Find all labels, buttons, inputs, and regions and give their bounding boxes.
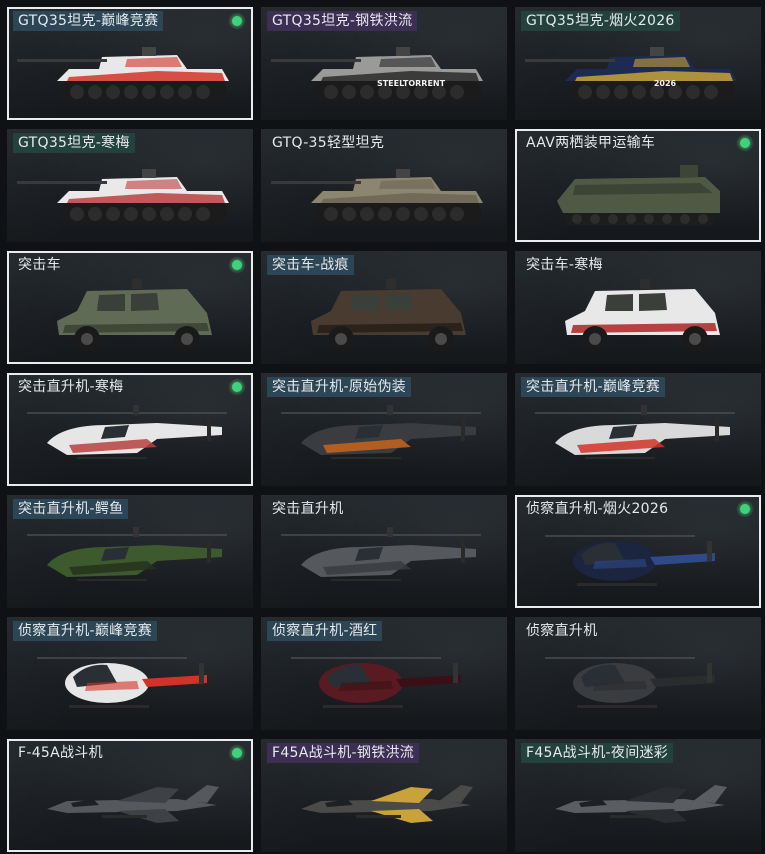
vehicle-car-icon: [7, 273, 253, 364]
vehicle-name-label: 侦察直升机-烟火2026: [526, 501, 669, 517]
vehicle-skin-card[interactable]: GTQ35坦克-钢铁洪流 STEELTORRENT: [261, 7, 507, 120]
svg-text:STEELTORRENT: STEELTORRENT: [377, 79, 446, 88]
owned-indicator-icon: [229, 13, 245, 29]
vehicle-name-label: 突击直升机-寒梅: [18, 379, 124, 395]
vehicle-name-label: 突击直升机-原始伪装: [267, 377, 412, 397]
svg-text:2026: 2026: [654, 79, 677, 88]
vehicle-skin-card[interactable]: 突击直升机: [261, 495, 507, 608]
vehicle-attack-heli-icon: [7, 395, 253, 486]
vehicle-tank-icon: [7, 151, 253, 242]
vehicle-tank-icon: STEELTORRENT: [261, 29, 507, 120]
vehicle-name-label: F45A战斗机-钢铁洪流: [267, 743, 420, 763]
vehicle-skin-card[interactable]: GTQ-35轻型坦克: [261, 129, 507, 242]
vehicle-jet-icon: [515, 761, 761, 852]
vehicle-skin-card[interactable]: GTQ35坦克-寒梅: [7, 129, 253, 242]
vehicle-name-label: 突击车: [18, 257, 61, 273]
vehicle-skin-card[interactable]: 侦察直升机: [515, 617, 761, 730]
vehicle-skin-card[interactable]: GTQ35坦克-巅峰竞赛: [7, 7, 253, 120]
vehicle-name-label: 突击直升机-鳄鱼: [13, 499, 129, 519]
owned-indicator-icon: [229, 379, 245, 395]
vehicle-attack-heli-icon: [261, 395, 507, 486]
vehicle-scout-heli-icon: [261, 639, 507, 730]
vehicle-tank-icon: [7, 29, 253, 120]
vehicle-skin-card[interactable]: 突击直升机-原始伪装: [261, 373, 507, 486]
vehicle-skin-card[interactable]: 侦察直升机-酒红: [261, 617, 507, 730]
vehicle-car-icon: [515, 273, 761, 364]
vehicle-attack-heli-icon: [261, 517, 507, 608]
vehicle-name-label: F-45A战斗机: [18, 745, 103, 761]
vehicle-skin-card[interactable]: F45A战斗机-钢铁洪流: [261, 739, 507, 852]
vehicle-skin-card[interactable]: AAV两栖装甲运输车: [515, 129, 761, 242]
vehicle-name-label: GTQ35坦克-钢铁洪流: [267, 11, 418, 31]
vehicle-skin-card[interactable]: 侦察直升机-烟火2026: [515, 495, 761, 608]
vehicle-scout-heli-icon: [515, 517, 761, 608]
vehicle-attack-heli-icon: [515, 395, 761, 486]
owned-indicator-icon: [229, 745, 245, 761]
vehicle-car-icon: [261, 273, 507, 364]
vehicle-name-label: 突击车-寒梅: [526, 257, 603, 273]
vehicle-skin-card[interactable]: 突击直升机-巅峰竞赛: [515, 373, 761, 486]
vehicle-name-label: GTQ35坦克-寒梅: [13, 133, 135, 153]
vehicle-skin-card[interactable]: 突击直升机-寒梅: [7, 373, 253, 486]
vehicle-name-label: 突击直升机: [272, 501, 344, 517]
vehicle-aav-icon: [515, 151, 761, 242]
vehicle-name-label: GTQ35坦克-烟火2026: [521, 11, 680, 31]
owned-indicator-icon: [737, 501, 753, 517]
vehicle-scout-heli-icon: [515, 639, 761, 730]
vehicle-skin-card[interactable]: 突击直升机-鳄鱼: [7, 495, 253, 608]
owned-indicator-icon: [737, 135, 753, 151]
vehicle-jet-icon: [7, 761, 253, 852]
vehicle-tank-icon: 2026: [515, 29, 761, 120]
vehicle-skin-card[interactable]: F45A战斗机-夜间迷彩: [515, 739, 761, 852]
vehicle-tank-icon: [261, 151, 507, 242]
owned-indicator-icon: [229, 257, 245, 273]
vehicle-skin-card[interactable]: GTQ35坦克-烟火2026 2026: [515, 7, 761, 120]
vehicle-name-label: 突击车-战痕: [267, 255, 354, 275]
vehicle-skin-card[interactable]: 突击车-寒梅: [515, 251, 761, 364]
vehicle-skin-card[interactable]: 突击车: [7, 251, 253, 364]
vehicle-attack-heli-icon: [7, 517, 253, 608]
vehicle-name-label: 侦察直升机-酒红: [267, 621, 383, 641]
vehicle-name-label: 侦察直升机-巅峰竞赛: [13, 621, 158, 641]
vehicle-name-label: 突击直升机-巅峰竞赛: [521, 377, 666, 397]
vehicle-skin-card[interactable]: F-45A战斗机: [7, 739, 253, 852]
vehicle-scout-heli-icon: [7, 639, 253, 730]
vehicle-name-label: 侦察直升机: [526, 623, 598, 639]
vehicle-jet-icon: [261, 761, 507, 852]
vehicle-skin-card[interactable]: 突击车-战痕: [261, 251, 507, 364]
vehicle-name-label: AAV两栖装甲运输车: [526, 135, 656, 151]
vehicle-name-label: GTQ35坦克-巅峰竞赛: [13, 11, 164, 31]
vehicle-name-label: GTQ-35轻型坦克: [272, 135, 385, 151]
vehicle-skin-grid: GTQ35坦克-巅峰竞赛 GTQ35坦克-钢铁洪流 STEELTORRENT G…: [0, 0, 765, 854]
vehicle-name-label: F45A战斗机-夜间迷彩: [521, 743, 674, 763]
vehicle-skin-card[interactable]: 侦察直升机-巅峰竞赛: [7, 617, 253, 730]
